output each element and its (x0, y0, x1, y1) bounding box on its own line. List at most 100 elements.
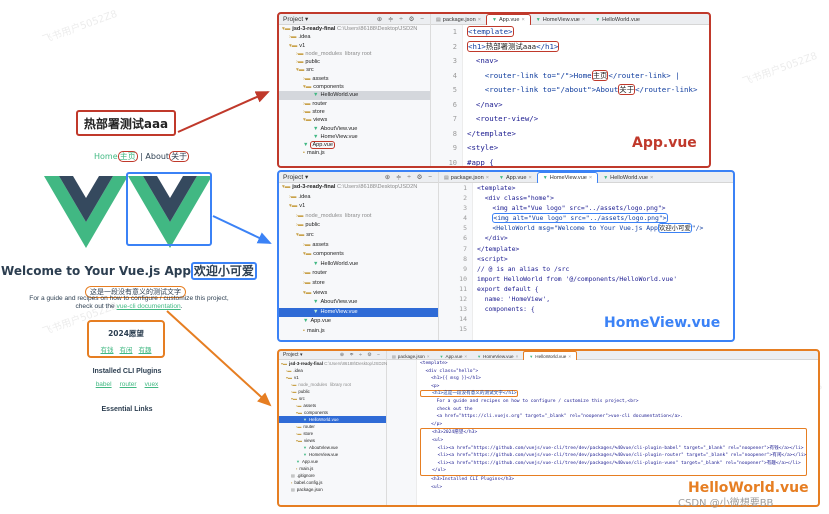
tree-item[interactable]: main.js (307, 150, 325, 156)
tree-item[interactable]: package.json (297, 487, 323, 492)
project-label[interactable]: Project (283, 352, 299, 358)
tree-item[interactable]: jsd-3-ready-final (292, 26, 335, 32)
wish-link[interactable]: 有钱 (101, 346, 114, 354)
tree-item-home-view[interactable]: HomeView.vue (320, 309, 357, 315)
wish-link[interactable]: 有趣 (139, 346, 152, 354)
code-line-duplicate-img: <img alt="Vue logo" src="../assets/logo.… (492, 213, 668, 224)
code-line: <nav> (467, 56, 499, 65)
plugin-link[interactable]: router (120, 381, 137, 388)
nav-home-link[interactable]: Home 主页 (94, 151, 138, 162)
js-file-icon: ▪ (291, 480, 293, 485)
code-line: components: { (477, 305, 535, 314)
folder-icon: ›▬ (303, 75, 311, 82)
vue-cli-docs-link[interactable]: vue-cli documentation (117, 303, 181, 310)
tree-item[interactable]: HomeView.vue (309, 452, 338, 457)
tree-item[interactable]: components (313, 251, 343, 257)
plugin-link[interactable]: babel (96, 381, 112, 388)
project-header: Project ▾ ⊕ ≑ ÷ ⚙ − (279, 14, 430, 25)
tree-item[interactable]: src (299, 396, 305, 401)
tree-item[interactable]: node_modules (305, 51, 342, 57)
tree-item[interactable]: components (313, 84, 343, 90)
tree-item[interactable]: node_modules (298, 382, 327, 387)
code-line: <router-link to="/">Home主页</router-link>… (467, 69, 680, 81)
tree-item[interactable]: router (303, 424, 314, 429)
hot-reload-title: 热部署测试aaa (76, 110, 176, 136)
tree-item[interactable]: src (306, 67, 313, 73)
tree-item[interactable]: src (306, 232, 313, 238)
tree-item[interactable]: node_modules (305, 213, 342, 219)
folder-icon: ›▬ (296, 212, 304, 219)
tree-item[interactable]: store (312, 109, 324, 115)
tree-item[interactable]: store (312, 280, 324, 286)
tree-item[interactable]: App.vue (310, 318, 331, 324)
tree-item[interactable]: main.js (299, 466, 313, 471)
code-line-meaningless: <h1>这是一段没有意义的测试文字</h1> (420, 390, 518, 398)
tree-item[interactable]: v1 (299, 43, 305, 49)
tree-item[interactable]: store (303, 431, 313, 436)
tree-item[interactable]: public (305, 222, 320, 228)
close-icon[interactable]: × (427, 354, 430, 359)
tree-item-hello-world[interactable]: HelloWorld.vue (309, 417, 339, 422)
project-toolbar[interactable]: ⊕ ≑ ÷ ⚙ − (377, 14, 426, 25)
tree-item[interactable]: .idea (298, 194, 310, 200)
file-icon: ▤ (291, 473, 295, 478)
tree-item[interactable]: AboutView.vue (320, 299, 357, 305)
tree-item[interactable]: views (313, 290, 327, 296)
tree-item[interactable]: public (298, 389, 309, 394)
tree-item[interactable]: main.js (307, 328, 325, 334)
plugin-link[interactable]: vuex (145, 381, 159, 388)
tree-item[interactable]: HelloWorld.vue (320, 261, 358, 267)
code-line: <template> (477, 184, 516, 192)
wish-link[interactable]: 有闲 (120, 346, 133, 354)
folder-icon: ›▬ (289, 34, 297, 41)
project-tree: Project ▾ ⊕ ≑ ÷ ⚙ − ▾▬ jsd-3-ready-final … (279, 14, 431, 166)
tree-item[interactable]: router (312, 270, 327, 276)
tree-item[interactable]: jsd-3-ready-final (289, 361, 323, 366)
close-icon[interactable]: × (568, 354, 571, 359)
tree-item[interactable]: assets (312, 76, 328, 82)
folder-icon: ▾▬ (289, 203, 298, 210)
vue-file-icon: ▼ (303, 318, 309, 325)
tree-item[interactable]: babel.config.js (294, 480, 322, 485)
tree-item[interactable]: .idea (298, 34, 310, 40)
vue-file-icon: ▼ (313, 260, 319, 267)
project-toolbar[interactable]: ⊕ ≑ ÷ ⚙ − (385, 172, 434, 183)
tree-item[interactable]: jsd-3-ready-final (292, 184, 335, 190)
close-icon[interactable]: × (650, 175, 653, 181)
tree-item[interactable]: HelloWorld.vue (320, 92, 358, 98)
code-line-h1: <h1>热部署测试aaa</h1> (467, 40, 560, 52)
tree-item[interactable]: assets (312, 242, 328, 248)
close-icon[interactable]: × (464, 354, 467, 359)
close-icon[interactable]: × (478, 17, 481, 23)
tree-item[interactable]: v1 (294, 375, 299, 380)
close-icon[interactable]: × (521, 17, 524, 23)
close-icon[interactable]: × (516, 354, 519, 359)
project-label[interactable]: Project (283, 174, 303, 181)
close-icon[interactable]: × (582, 17, 585, 23)
close-icon[interactable]: × (486, 175, 489, 181)
folder-icon: ›▬ (291, 389, 297, 394)
nav-about-link[interactable]: About 关于 (145, 151, 190, 162)
tree-item[interactable]: HomeView.vue (320, 134, 357, 140)
tree-item[interactable]: .idea (293, 368, 303, 373)
project-toolbar[interactable]: ⊕ ≑ ÷ ⚙ − (340, 351, 382, 360)
code-line: <router-link to="/about">About关于</router… (467, 84, 698, 95)
tree-item[interactable]: App.vue (302, 459, 318, 464)
tree-item[interactable]: router (312, 101, 327, 107)
tree-item[interactable]: views (304, 438, 315, 443)
tree-item[interactable]: assets (303, 403, 316, 408)
project-tree: Project ▾ ⊕ ≑ ÷ ⚙ − ▾▬ jsd-3-ready-final … (279, 172, 439, 340)
tree-item[interactable]: components (304, 410, 328, 415)
tree-item[interactable]: .gitignore (297, 473, 315, 478)
tree-item-app-vue[interactable]: App.vue (310, 141, 335, 150)
project-label[interactable]: Project (283, 16, 303, 23)
tree-item[interactable]: public (305, 59, 320, 65)
tree-item[interactable]: AboutView.vue (320, 126, 357, 132)
tree-item[interactable]: v1 (299, 203, 305, 209)
vue-file-icon: ▼ (313, 308, 319, 315)
close-icon[interactable]: × (528, 175, 531, 181)
tree-item[interactable]: views (313, 117, 327, 123)
router-nav: Home 主页 | About 关于 (94, 151, 190, 162)
tree-item[interactable]: AboutView.vue (309, 445, 338, 450)
close-icon[interactable]: × (589, 175, 592, 181)
